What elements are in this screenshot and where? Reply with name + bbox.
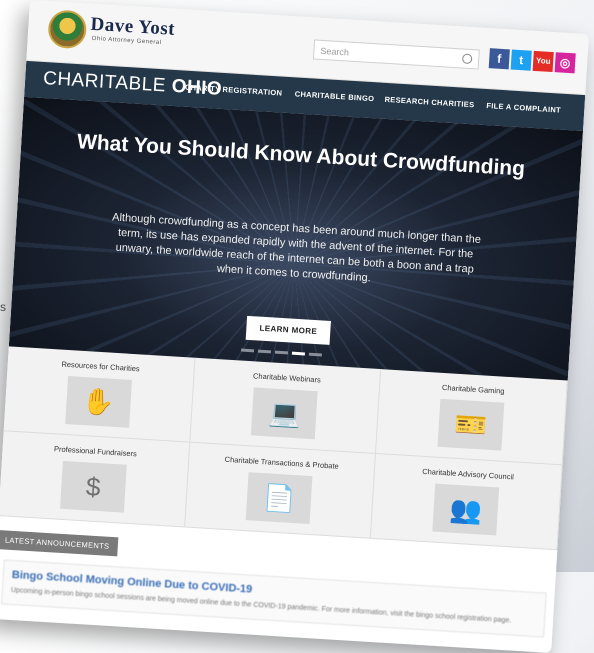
twitter-icon[interactable]: t (510, 49, 532, 71)
laptop-presenter-icon: 💻 (251, 387, 319, 440)
tile-label: Charitable Gaming (441, 382, 505, 396)
tile-label: Charitable Advisory Council (421, 466, 515, 482)
raffle-ticket-icon: 🎫 (437, 398, 505, 451)
announcement-card[interactable]: Bingo School Moving Online Due to COVID-… (1, 559, 547, 638)
tile-charitable-gaming[interactable]: Charitable Gaming 🎫 (376, 369, 568, 466)
tile-label: Resources for Charities (61, 359, 140, 374)
search-input[interactable]: Search (312, 39, 480, 70)
learn-more-button[interactable]: LEARN MORE (245, 315, 331, 345)
nav-file-complaint[interactable]: FILE A COMPLAINT (486, 101, 561, 115)
youtube-icon[interactable]: You (532, 50, 554, 73)
search-icon[interactable] (461, 53, 473, 65)
nav-charitable-bingo[interactable]: CHARITABLE BINGO (294, 89, 374, 103)
search-placeholder: Search (320, 45, 350, 58)
tile-professional-fundraisers[interactable]: Professional Fundraisers $ (0, 431, 190, 528)
hand-dollar-icon: $ (59, 460, 127, 513)
tile-charitable-advisory-council[interactable]: Charitable Advisory Council 👥 (371, 453, 563, 551)
tile-charitable-webinars[interactable]: Charitable Webinars 💻 (189, 357, 382, 454)
nav-research-charities[interactable]: RESEARCH CHARITIES (384, 95, 474, 109)
tile-label: Charitable Transactions & Probate (224, 454, 339, 471)
left-edge-text-fragment: s (0, 300, 6, 314)
tile-resources-for-charities[interactable]: Resources for Charities ✋ (3, 346, 196, 443)
hero-carousel: What You Should Know About Crowdfunding … (8, 96, 584, 381)
ohio-seal-logo[interactable] (47, 9, 88, 50)
resource-tiles: Resources for Charities ✋ Charitable Web… (0, 346, 568, 551)
tablet-screen: Dave Yost Ohio Attorney General Search f… (0, 0, 589, 653)
brand-light: CHARITABLE (42, 67, 167, 97)
facebook-icon[interactable]: f (488, 48, 510, 70)
latest-announcements-heading: LATEST ANNOUNCEMENTS (0, 530, 118, 557)
document-icon: 📄 (246, 472, 313, 525)
hands-circle-icon: ✋ (65, 376, 132, 428)
tile-label: Professional Fundraisers (53, 444, 138, 459)
tile-charitable-transactions-probate[interactable]: Charitable Transactions & Probate 📄 (184, 442, 377, 539)
tile-label: Charitable Webinars (252, 371, 322, 385)
instagram-icon[interactable]: ◎ (554, 52, 576, 74)
people-pin-icon: 👥 (432, 483, 500, 536)
